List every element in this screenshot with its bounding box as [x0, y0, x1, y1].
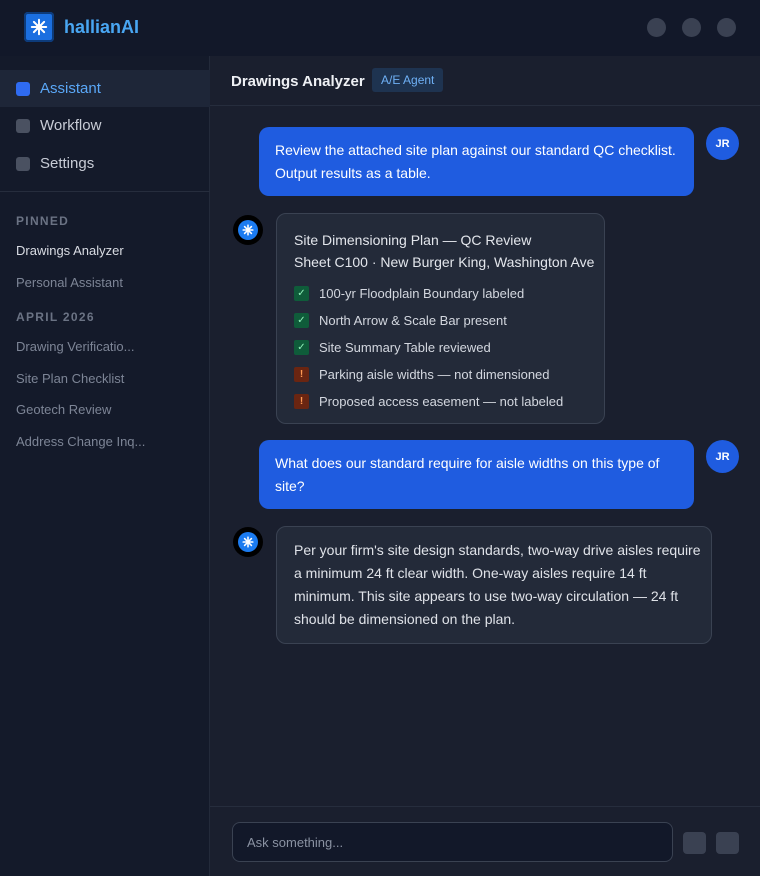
composer — [210, 806, 760, 876]
qc-item: ✓ North Arrow & Scale Bar present — [294, 312, 507, 328]
qc-title-line-2: Sheet C100 · New Burger King, Washington… — [294, 254, 595, 270]
bot-message: Per your firm's site design standards, t… — [276, 526, 712, 644]
qc-title-line-1: Site Dimensioning Plan — QC Review — [294, 232, 532, 248]
qc-item-text: Site Summary Table reviewed — [319, 339, 491, 355]
window-dot-button-3[interactable] — [717, 18, 736, 37]
nav-label: Assistant — [40, 80, 101, 97]
sidebar: Assistant Workflow Settings PINNED Drawi… — [0, 56, 210, 876]
warning-icon: ! — [294, 393, 309, 409]
nav-item-settings[interactable]: Settings — [0, 145, 210, 182]
user-message: Review the attached site plan against ou… — [259, 127, 694, 196]
qc-item-text: Proposed access easement — not labeled — [319, 393, 564, 409]
bot-avatar — [233, 527, 263, 557]
history-item-drawing-verification[interactable]: Drawing Verificatio... — [16, 339, 135, 354]
qc-item: ✓ Site Summary Table reviewed — [294, 339, 491, 355]
chat-header: Drawings Analyzer A/E Agent — [210, 56, 760, 106]
page-title: Drawings Analyzer — [231, 73, 365, 90]
workflow-icon — [16, 118, 30, 133]
nav-label: Workflow — [40, 117, 102, 134]
spark-icon — [238, 532, 258, 552]
qc-title: Site Dimensioning Plan — QC Review Sheet… — [294, 229, 594, 273]
brand-name: hallianAI — [64, 17, 140, 37]
qc-item-text: Parking aisle widths — not dimensioned — [319, 366, 550, 382]
user-avatar: JR — [706, 127, 739, 160]
qc-item: ✓ 100-yr Floodplain Boundary labeled — [294, 285, 524, 301]
history-heading: APRIL 2026 — [16, 310, 95, 324]
warning-icon: ! — [294, 366, 309, 382]
qc-item: ! Proposed access easement — not labeled — [294, 393, 563, 409]
qc-item-text: 100-yr Floodplain Boundary labeled — [319, 285, 525, 301]
qc-item-text: North Arrow & Scale Bar present — [319, 312, 507, 328]
attach-button[interactable] — [683, 832, 706, 854]
check-icon: ✓ — [294, 312, 309, 328]
logo-spark-icon — [24, 12, 54, 42]
check-icon: ✓ — [294, 339, 309, 355]
agent-badge: A/E Agent — [372, 68, 444, 92]
message-input[interactable] — [232, 822, 673, 862]
send-button[interactable] — [716, 832, 739, 854]
pinned-item-personal-assistant[interactable]: Personal Assistant — [16, 275, 123, 290]
nav-item-assistant[interactable]: Assistant — [0, 70, 210, 107]
bot-message-text: Per your firm's site design standards, t… — [294, 542, 701, 627]
bot-avatar — [233, 215, 263, 245]
window-dot-button-1[interactable] — [647, 18, 666, 37]
check-icon: ✓ — [294, 285, 309, 301]
history-item-address-change[interactable]: Address Change Inq... — [16, 434, 145, 449]
qc-item: ! Parking aisle widths — not dimensioned — [294, 366, 550, 382]
spark-icon — [238, 220, 258, 240]
user-avatar: JR — [706, 440, 739, 473]
top-bar: hallianAI — [0, 0, 760, 56]
nav-item-workflow[interactable]: Workflow — [0, 107, 210, 144]
user-message: What does our standard require for aisle… — [259, 440, 694, 509]
pinned-heading: PINNED — [16, 214, 70, 228]
window-dot-button-2[interactable] — [682, 18, 701, 37]
pinned-item-drawings-analyzer[interactable]: Drawings Analyzer — [16, 243, 124, 258]
nav-label: Settings — [40, 155, 95, 172]
assistant-icon — [16, 81, 30, 96]
sidebar-divider — [0, 191, 210, 192]
history-item-site-plan-checklist[interactable]: Site Plan Checklist — [16, 371, 124, 386]
history-item-geotech-review[interactable]: Geotech Review — [16, 402, 111, 417]
bot-qc-message: Site Dimensioning Plan — QC Review Sheet… — [276, 213, 605, 424]
settings-icon — [16, 156, 30, 171]
